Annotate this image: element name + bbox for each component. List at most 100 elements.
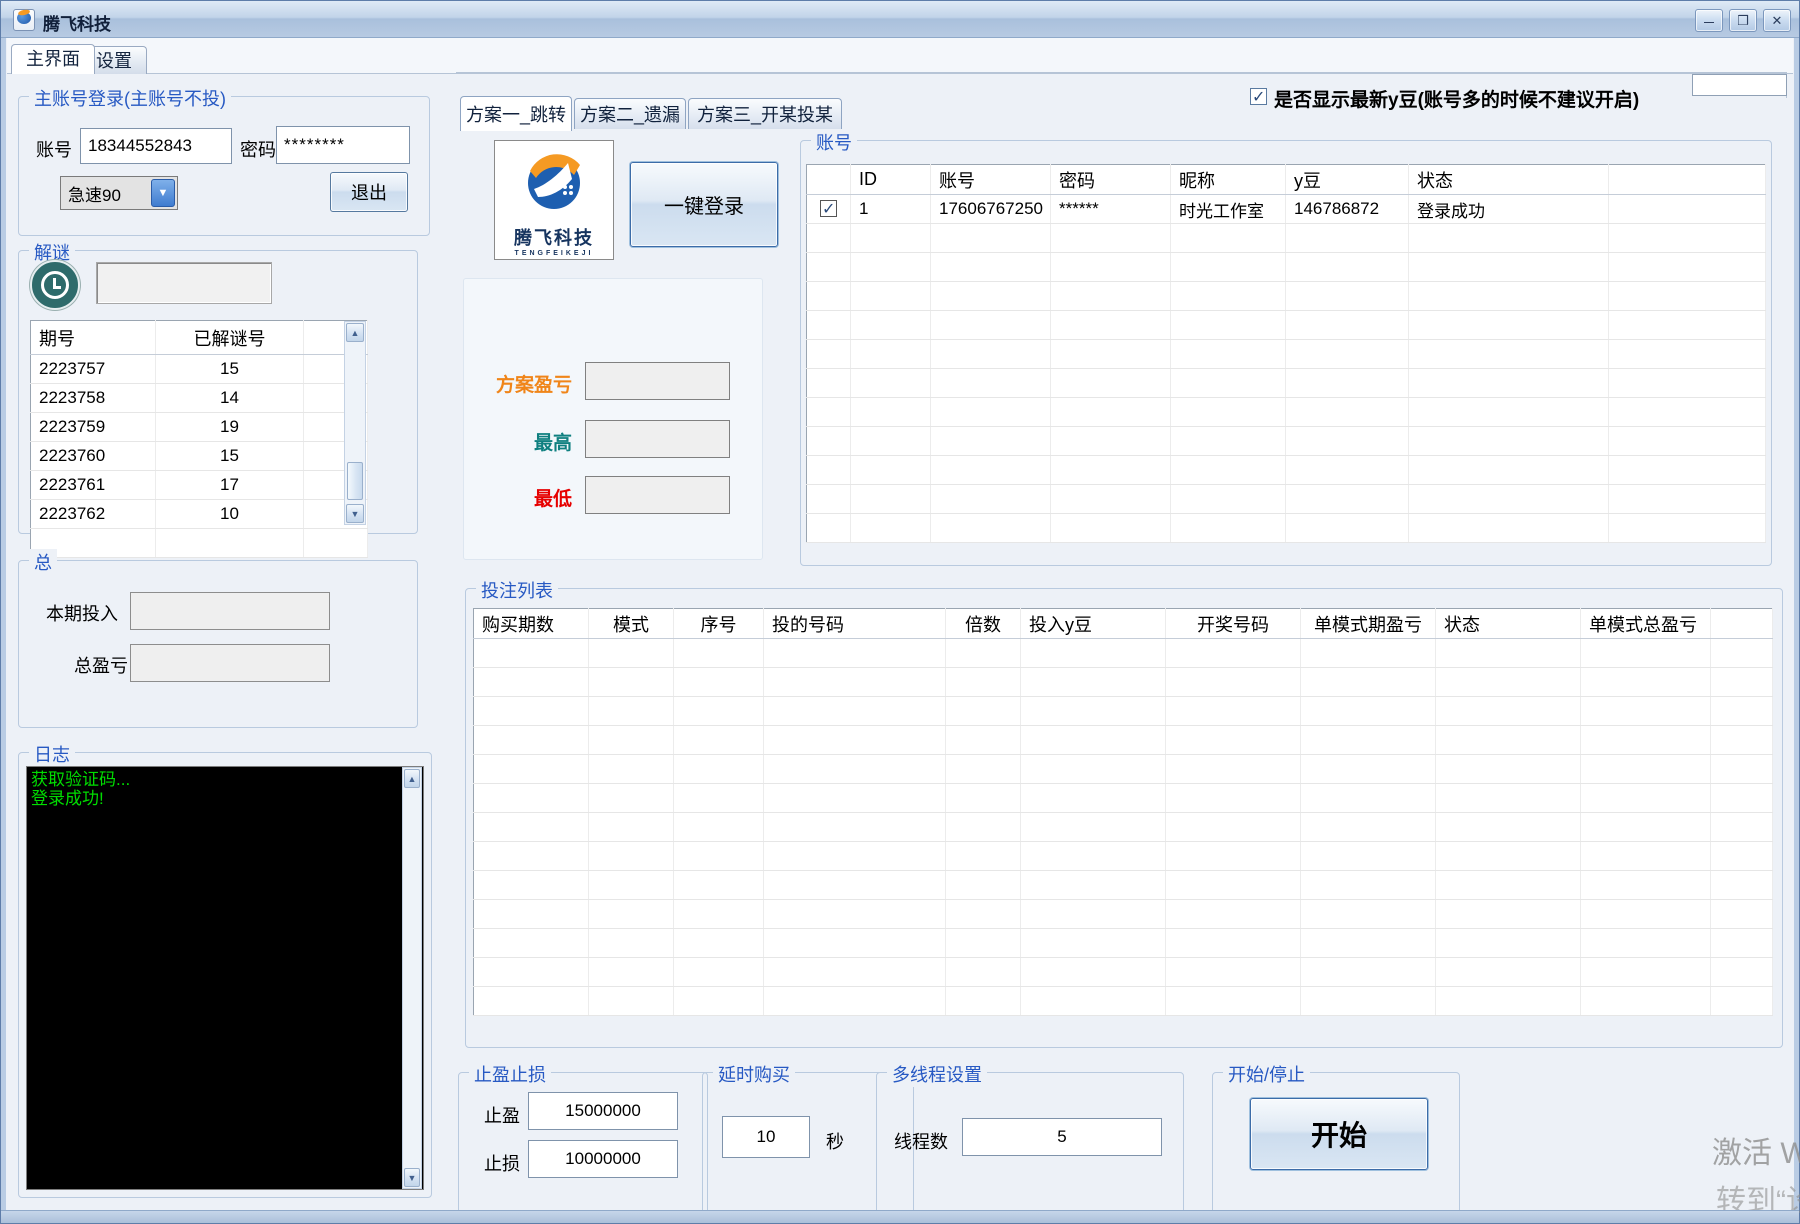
stop-loss-input[interactable]: 10000000	[528, 1140, 678, 1178]
login-group-title: 主账号登录(主账号不投)	[29, 85, 231, 111]
brand-logo: 腾飞科技 TENGFEIKEJI	[494, 140, 614, 260]
table-row[interactable]: 222376210	[31, 500, 368, 529]
empty-row	[807, 311, 1766, 340]
exit-button[interactable]: 退出	[330, 172, 408, 212]
puzzle-col-period[interactable]: 期号	[31, 321, 156, 355]
tab-scheme-1[interactable]: 方案一_跳转	[460, 96, 572, 131]
bets-col-mode[interactable]: 模式	[589, 609, 674, 639]
account-row-checkbox[interactable]	[820, 200, 837, 217]
puzzle-col-solved[interactable]: 已解谜号	[156, 321, 304, 355]
total-profit-label: 总盈亏	[74, 652, 128, 678]
account-row[interactable]: 1 17606767250 ****** 时光工作室 146786872 登录成…	[807, 195, 1766, 224]
puzzle-scrollbar[interactable]: ▲ ▼	[344, 321, 366, 525]
account-id: 1	[851, 195, 931, 224]
empty-row	[474, 639, 1773, 668]
password-label: 密码	[240, 136, 276, 162]
top-right-input[interactable]	[1692, 74, 1787, 96]
bets-col-invest[interactable]: 投入y豆	[1021, 609, 1166, 639]
puzzle-solved: 19	[156, 413, 304, 442]
accounts-col-account[interactable]: 账号	[931, 165, 1051, 195]
accounts-col-password[interactable]: 密码	[1051, 165, 1171, 195]
table-row[interactable]: 222375715	[31, 355, 368, 384]
scheme-max-field	[585, 420, 730, 458]
scroll-up-icon[interactable]: ▲	[404, 769, 420, 788]
accounts-col-nickname[interactable]: 昵称	[1171, 165, 1286, 195]
account-label: 账号	[36, 136, 72, 162]
puzzle-input[interactable]	[96, 262, 272, 304]
log-console[interactable]: 获取验证码... 登录成功!	[26, 766, 424, 1190]
scheme-min-label: 最低	[462, 484, 572, 511]
empty-row	[807, 282, 1766, 311]
table-row[interactable]: 222375919	[31, 413, 368, 442]
log-scrollbar[interactable]: ▲ ▼	[402, 767, 422, 1189]
current-invest-field	[130, 592, 330, 630]
brand-name: 腾飞科技	[495, 224, 613, 250]
thread-count-input[interactable]: 5	[962, 1118, 1162, 1156]
bets-col-status[interactable]: 状态	[1436, 609, 1581, 639]
tab-main[interactable]: 主界面	[11, 44, 95, 74]
empty-row	[474, 842, 1773, 871]
take-profit-input[interactable]: 15000000	[528, 1092, 678, 1130]
puzzle-solved: 15	[156, 355, 304, 384]
speed-select[interactable]: 急速90 ▼	[60, 176, 178, 210]
scheme-stats-panel	[463, 278, 763, 560]
start-button[interactable]: 开始	[1250, 1098, 1428, 1170]
table-row[interactable]: 222376117	[31, 471, 368, 500]
close-button-icon[interactable]	[1763, 9, 1791, 32]
accounts-table-body: 1 17606767250 ****** 时光工作室 146786872 登录成…	[807, 195, 1766, 543]
history-clock-icon	[30, 260, 80, 310]
scrollbar-thumb[interactable]	[347, 462, 363, 500]
accounts-col-id[interactable]: ID	[851, 165, 931, 195]
title-bar[interactable]: 腾飞科技	[1, 1, 1799, 38]
tab-scheme-2[interactable]: 方案二_遗漏	[574, 98, 686, 129]
empty-row	[474, 871, 1773, 900]
accounts-group-title: 账号	[811, 129, 857, 155]
scroll-down-icon[interactable]: ▼	[346, 504, 364, 523]
delay-input[interactable]: 10	[722, 1116, 810, 1158]
brand-logo-icon	[518, 145, 590, 217]
bets-col-seq[interactable]: 序号	[674, 609, 764, 639]
puzzle-period: 2223757	[31, 355, 156, 384]
empty-row	[807, 224, 1766, 253]
bets-col-period[interactable]: 购买期数	[474, 609, 589, 639]
risk-group-title: 止盈止损	[469, 1061, 551, 1087]
puzzle-period: 2223758	[31, 384, 156, 413]
bets-col-mode-profit[interactable]: 单模式期盈亏	[1301, 609, 1436, 639]
scroll-up-icon[interactable]: ▲	[346, 323, 364, 342]
show-ydou-checkbox[interactable]	[1250, 88, 1267, 105]
empty-row	[807, 340, 1766, 369]
bets-col-numbers[interactable]: 投的号码	[764, 609, 946, 639]
bets-col-mode-total[interactable]: 单模式总盈亏	[1581, 609, 1711, 639]
maximize-button-icon[interactable]	[1729, 9, 1757, 32]
password-input[interactable]: ********	[276, 126, 410, 164]
puzzle-solved: 15	[156, 442, 304, 471]
brand-subtitle: TENGFEIKEJI	[495, 250, 613, 257]
bets-table: 购买期数 模式 序号 投的号码 倍数 投入y豆 开奖号码 单模式期盈亏 状态 单…	[473, 608, 1773, 1016]
account-nickname: 时光工作室	[1171, 195, 1286, 224]
table-row[interactable]: 222375814	[31, 384, 368, 413]
empty-row	[807, 398, 1766, 427]
accounts-col-status[interactable]: 状态	[1409, 165, 1609, 195]
account-input[interactable]: 18344552843	[80, 128, 232, 164]
puzzle-solved: 14	[156, 384, 304, 413]
chevron-down-icon[interactable]: ▼	[151, 179, 175, 207]
table-row[interactable]: 222376015	[31, 442, 368, 471]
window-title: 腾飞科技	[43, 10, 111, 35]
accounts-col-ydou[interactable]: y豆	[1286, 165, 1409, 195]
runner-group-title: 开始/停止	[1223, 1061, 1310, 1087]
login-group: 主账号登录(主账号不投)	[18, 96, 430, 236]
puzzle-period: 2223761	[31, 471, 156, 500]
one-key-login-button[interactable]: 一键登录	[630, 162, 778, 247]
tab-scheme-3[interactable]: 方案三_开某投某	[688, 98, 842, 129]
empty-row	[474, 697, 1773, 726]
take-profit-label: 止盈	[484, 1102, 520, 1128]
bets-col-draw[interactable]: 开奖号码	[1166, 609, 1301, 639]
empty-row	[474, 958, 1773, 987]
empty-row	[807, 485, 1766, 514]
log-line: 登录成功!	[31, 789, 419, 808]
empty-row	[474, 987, 1773, 1016]
scheme-max-label: 最高	[462, 428, 572, 455]
bets-col-multiplier[interactable]: 倍数	[946, 609, 1021, 639]
minimize-button-icon[interactable]	[1695, 9, 1723, 32]
scroll-down-icon[interactable]: ▼	[404, 1168, 420, 1187]
